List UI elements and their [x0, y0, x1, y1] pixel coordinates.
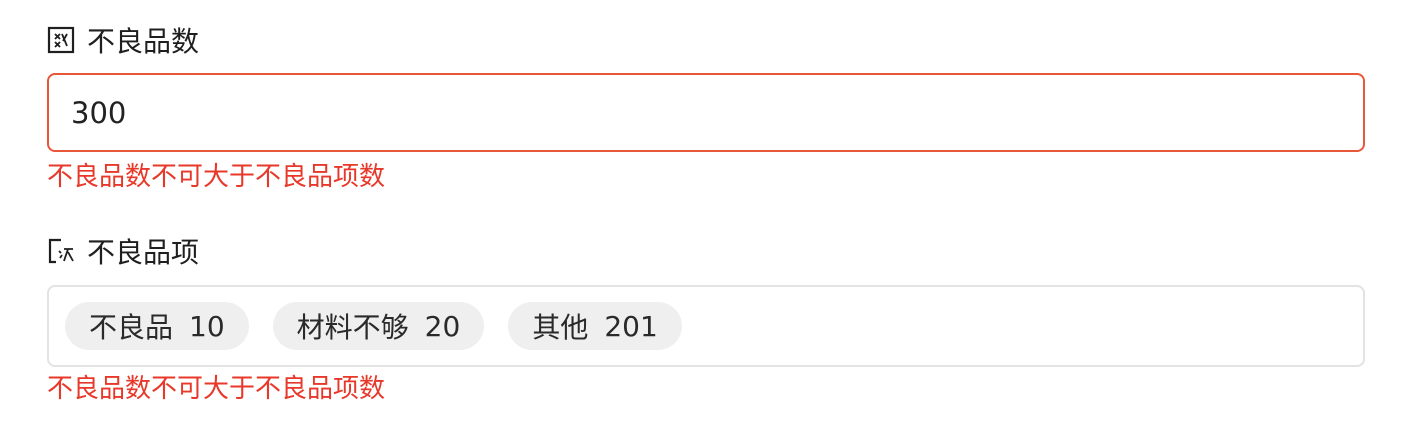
tag-count: 201 — [604, 309, 658, 343]
defect-count-error: 不良品数不可大于不良品项数 — [47, 162, 386, 192]
defect-items-select[interactable]: 不良品 10 材料不够 20 其他 201 — [47, 285, 1365, 367]
multi-select-icon — [47, 237, 75, 265]
defect-count-label: 不良品数 — [47, 20, 199, 60]
defect-count-input[interactable] — [47, 73, 1365, 152]
number-field-icon — [47, 26, 75, 54]
tag-name: 材料不够 — [296, 311, 409, 344]
defect-form: 不良品数 不良品数不可大于不良品项数 不良品项 不良品 10 材料不够 20 其… — [0, 0, 1402, 428]
tag-name: 其他 — [532, 311, 589, 344]
defect-items-error: 不良品数不可大于不良品项数 — [47, 374, 386, 404]
tag-count: 20 — [424, 309, 461, 343]
defect-items-label: 不良品项 — [47, 231, 199, 271]
defect-count-label-text: 不良品数 — [87, 25, 200, 58]
tag-item[interactable]: 其他 201 — [508, 302, 682, 350]
tag-name: 不良品 — [89, 311, 174, 344]
tag-count: 10 — [189, 309, 225, 343]
tag-item[interactable]: 不良品 10 — [65, 302, 249, 350]
defect-items-label-text: 不良品项 — [87, 236, 200, 269]
tag-item[interactable]: 材料不够 20 — [272, 302, 485, 350]
